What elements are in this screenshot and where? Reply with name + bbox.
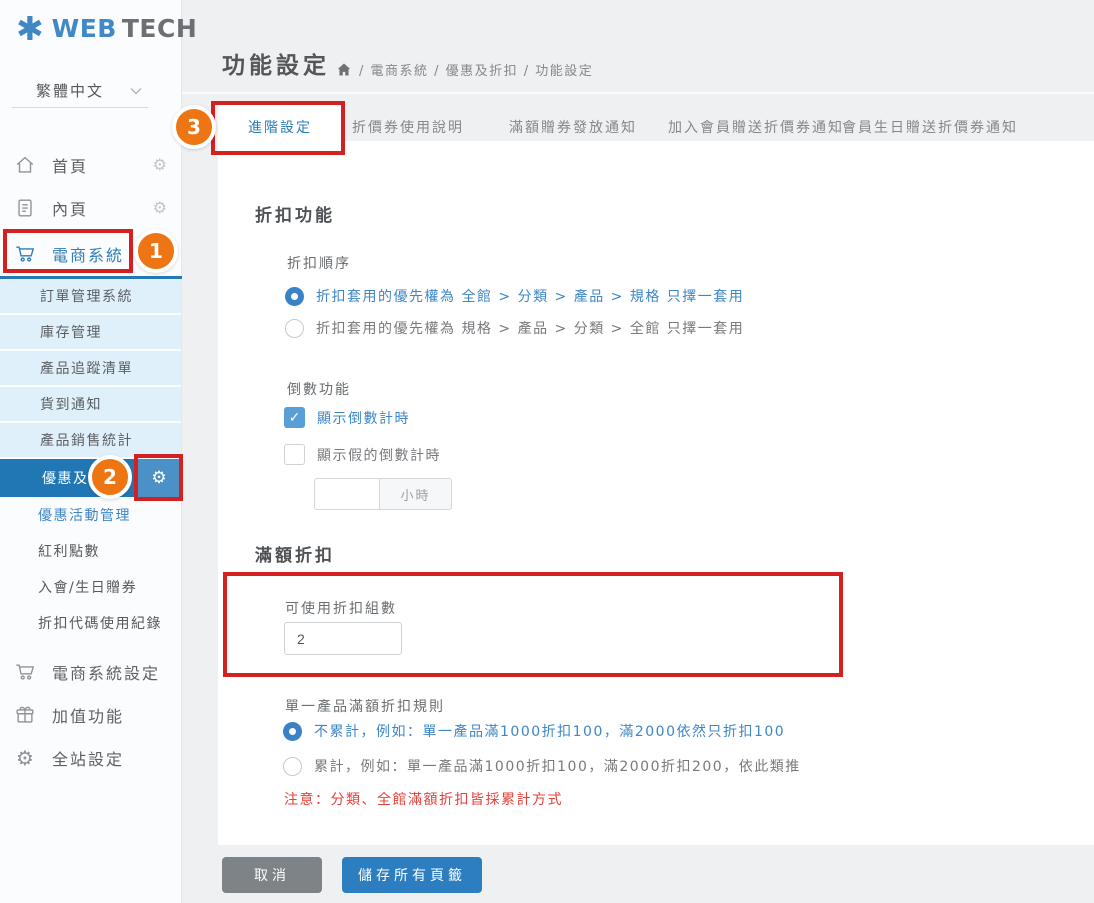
sidebar-item-inventory[interactable]: 庫存管理 (0, 315, 181, 349)
sidebar-item-promo-management[interactable]: 優惠活動管理 (0, 497, 181, 533)
sidebar-item-ecommerce-settings[interactable]: 電商系統設定 (0, 650, 181, 693)
language-selector[interactable]: 繁體中文 (12, 74, 148, 108)
sidebar-item-label: 入會/生日贈券 (38, 577, 137, 597)
tab-advanced-settings[interactable]: 進階設定 (248, 117, 312, 137)
checkbox-label: 顯示假的倒數計時 (317, 445, 441, 465)
language-selector-value: 繁體中文 (36, 80, 104, 101)
tab-threshold-coupon-notice[interactable]: 滿額贈券發放通知 (509, 117, 637, 137)
sidebar-item-home[interactable]: 首頁 ⚙ (0, 143, 181, 186)
checkbox-show-fake-countdown[interactable]: 顯示假的倒數計時 (284, 444, 441, 465)
sidebar-item-label: 優惠及折扣 (42, 468, 120, 488)
checkbox-show-countdown[interactable]: ✓ 顯示倒數計時 (284, 407, 410, 428)
gear-icon[interactable]: ⚙ (153, 198, 167, 217)
checkbox-label: 顯示倒數計時 (317, 408, 410, 428)
sidebar-item-label: 貨到通知 (40, 394, 102, 414)
logo-asterisk-icon: ✱ (16, 12, 44, 45)
sidebar-item-product-tracking[interactable]: 產品追蹤清單 (0, 351, 181, 385)
group-count-label: 可使用折扣組數 (285, 598, 397, 618)
cart-icon (14, 243, 36, 265)
sidebar-item-label: 產品追蹤清單 (40, 358, 133, 378)
radio-unselected-icon (285, 319, 304, 338)
radio-unselected-icon (283, 757, 302, 776)
home-icon (336, 62, 352, 77)
sidebar-item-label: 內頁 (52, 196, 153, 220)
sidebar: ✱ WEBTECH 繁體中文 首頁 ⚙ 內頁 ⚙ 電商系統 訂單管理系統 庫存管… (0, 0, 182, 903)
sidebar-item-label: 電商系統設定 (52, 660, 167, 684)
divider (182, 92, 1094, 94)
radio-no-accumulate[interactable]: 不累計，例如：單一產品滿1000折扣100，滿2000依然只折扣100 (283, 721, 785, 741)
sidebar-item-label: 電商系統 (52, 242, 167, 266)
chevron-down-icon (130, 87, 142, 95)
sidebar-item-join-birthday-coupon[interactable]: 入會/生日贈券 (0, 569, 181, 605)
cancel-button[interactable]: 取消 (222, 857, 322, 893)
fake-countdown-hours-group: 小時 (314, 478, 452, 510)
hours-unit-addon: 小時 (379, 478, 452, 510)
sidebar-item-label: 紅利點數 (38, 541, 100, 561)
radio-label: 累計，例如：單一產品滿1000折扣100，滿2000折扣200，依此類推 (314, 756, 801, 776)
section-heading-discount-features: 折扣功能 (255, 201, 335, 226)
sidebar-item-addons[interactable]: 加值功能 (0, 693, 181, 736)
section-heading-full-discount: 滿額折扣 (255, 541, 335, 566)
sidebar-item-inner-page[interactable]: 內頁 ⚙ (0, 186, 181, 229)
tab-birthday-coupon-notice[interactable]: 會員生日贈送折價券通知 (842, 117, 1018, 137)
page-title: 功能設定 (222, 46, 330, 80)
cart-icon (14, 661, 36, 683)
checkbox-unchecked-icon (284, 444, 305, 465)
radio-label: 折扣套用的優先權為 全館 > 分類 > 產品 > 規格 只擇一套用 (316, 286, 744, 306)
gear-icon: ⚙ (14, 747, 36, 769)
sidebar-item-ecommerce[interactable]: 電商系統 (0, 232, 181, 275)
document-icon (14, 197, 36, 219)
gear-icon: ⚙ (151, 468, 166, 488)
fake-countdown-hours-input[interactable] (314, 478, 379, 510)
tab-coupon-instructions[interactable]: 折價券使用說明 (352, 117, 464, 137)
radio-selected-icon (285, 287, 304, 306)
gift-icon (14, 704, 36, 726)
logo: ✱ WEBTECH (16, 12, 197, 45)
content-panel: 折扣功能 折扣順序 折扣套用的優先權為 全館 > 分類 > 產品 > 規格 只擇… (218, 141, 1094, 845)
sidebar-item-order-management[interactable]: 訂單管理系統 (0, 279, 181, 313)
group-count-input[interactable] (284, 622, 402, 655)
discount-order-label: 折扣順序 (287, 253, 351, 273)
sidebar-item-label: 加值功能 (52, 703, 167, 727)
logo-text: WEBTECH (52, 14, 198, 43)
sidebar-item-bonus-points[interactable]: 紅利點數 (0, 533, 181, 569)
countdown-label: 倒數功能 (287, 379, 351, 399)
sidebar-item-label: 首頁 (52, 153, 153, 177)
sidebar-item-arrival-notice[interactable]: 貨到通知 (0, 387, 181, 421)
sidebar-item-label: 庫存管理 (40, 322, 102, 342)
radio-priority-site-first[interactable]: 折扣套用的優先權為 全館 > 分類 > 產品 > 規格 只擇一套用 (285, 286, 744, 306)
checkbox-checked-icon: ✓ (284, 407, 305, 428)
logo-text-tech: TECH (122, 14, 197, 43)
radio-priority-spec-first[interactable]: 折扣套用的優先權為 規格 > 產品 > 分類 > 全館 只擇一套用 (285, 318, 744, 338)
breadcrumb-path: / 電商系統 / 優惠及折扣 / 功能設定 (359, 60, 593, 79)
sidebar-item-label: 訂單管理系統 (40, 286, 133, 306)
radio-accumulate[interactable]: 累計，例如：單一產品滿1000折扣100，滿2000折扣200，依此類推 (283, 756, 801, 776)
sidebar-item-sales-stats[interactable]: 產品銷售統計 (0, 423, 181, 457)
save-all-tabs-button[interactable]: 儲存所有頁籤 (342, 857, 482, 893)
sidebar-item-label: 產品銷售統計 (40, 430, 133, 450)
radio-label: 折扣套用的優先權為 規格 > 產品 > 分類 > 全館 只擇一套用 (316, 318, 744, 338)
logo-text-web: WEB (52, 14, 117, 43)
sidebar-item-site-settings[interactable]: ⚙ 全站設定 (0, 736, 181, 779)
radio-selected-icon (283, 722, 302, 741)
sidebar-item-label: 優惠活動管理 (38, 505, 131, 525)
gear-icon[interactable]: ⚙ (153, 155, 167, 174)
tab-join-member-coupon-notice[interactable]: 加入會員贈送折價券通知 (668, 117, 844, 137)
sidebar-item-discount-code-history[interactable]: 折扣代碼使用紀錄 (0, 605, 181, 641)
sidebar-item-label: 全站設定 (52, 746, 167, 770)
radio-label: 不累計，例如：單一產品滿1000折扣100，滿2000依然只折扣100 (314, 721, 785, 741)
accumulate-note: 注意：分類、全館滿額折扣皆採累計方式 (284, 789, 563, 809)
sidebar-item-label: 折扣代碼使用紀錄 (38, 613, 162, 633)
discounts-settings-gear-button[interactable]: ⚙ (137, 459, 181, 497)
app-window: ✱ WEBTECH 繁體中文 首頁 ⚙ 內頁 ⚙ 電商系統 訂單管理系統 庫存管… (0, 0, 1094, 903)
single-product-rule-label: 單一產品滿額折扣規則 (285, 696, 445, 716)
breadcrumb: / 電商系統 / 優惠及折扣 / 功能設定 (336, 60, 593, 79)
home-icon (14, 154, 36, 176)
